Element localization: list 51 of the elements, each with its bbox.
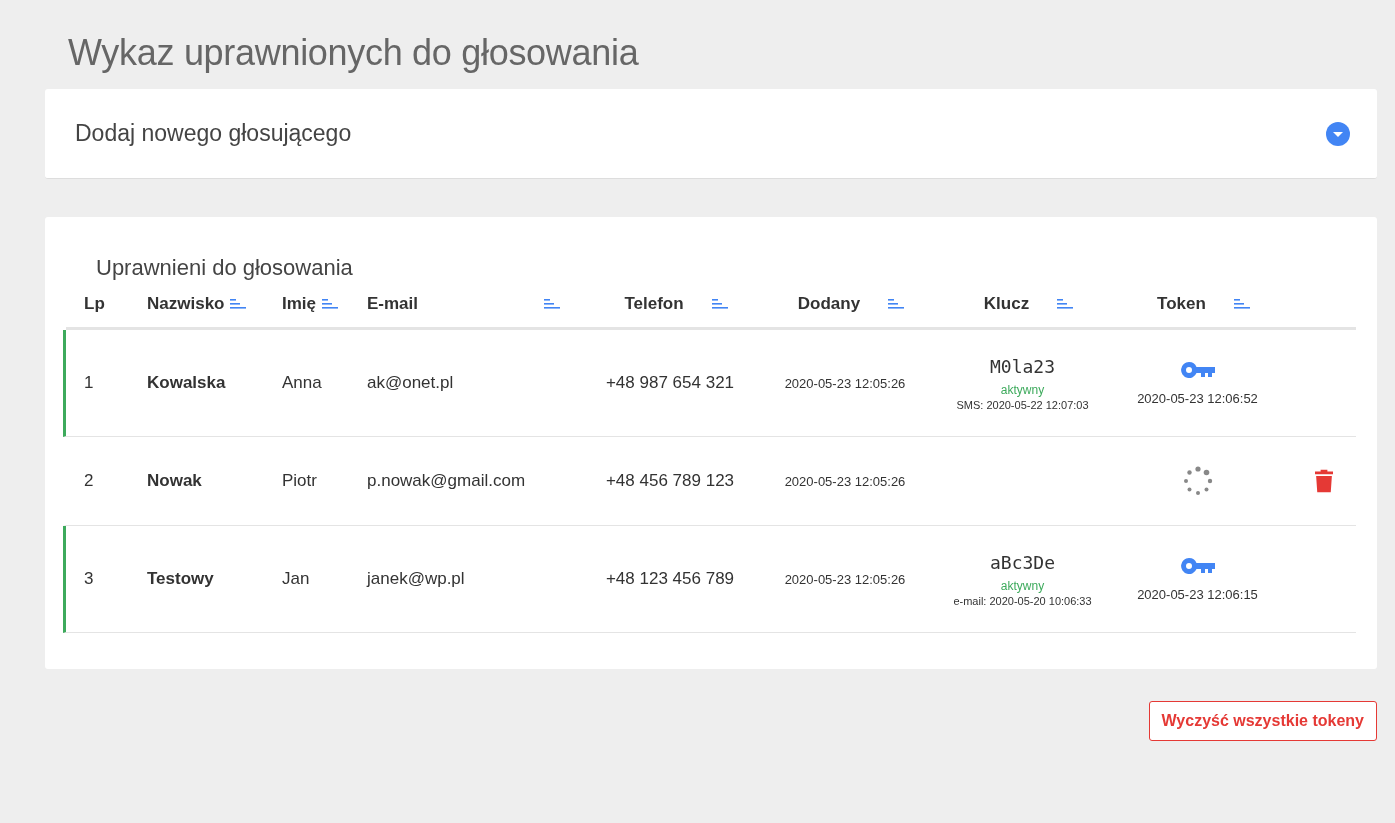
column-header[interactable]: Imię [282, 293, 339, 314]
page-title: Wykaz uprawnionych do głosowania [67, 31, 640, 75]
table-cell-text: Testowy [146, 569, 215, 589]
sort-icon [322, 298, 339, 309]
list-title: Uprawnieni do głosowania [95, 254, 354, 280]
column-header[interactable]: Nazwisko [147, 293, 247, 314]
expand-icon[interactable] [1326, 121, 1350, 146]
table-cell-text: 3 [83, 569, 95, 589]
column-header[interactable]: E-mail [367, 293, 580, 314]
token-time: 2020-05-23 12:06:15 [1137, 586, 1258, 602]
column-header[interactable]: Lp [84, 293, 105, 314]
token-time: 2020-05-23 12:06:52 [1137, 390, 1258, 406]
table-cell-text: Kowalska [146, 373, 227, 393]
sort-icon [1057, 298, 1074, 309]
table-cell-text: +48 123 456 789 [604, 569, 736, 589]
sort-icon [230, 298, 247, 309]
table-cell-text: 2020-05-23 12:05:26 [783, 375, 907, 391]
column-header[interactable]: Telefon [624, 293, 728, 314]
add-voter-panel[interactable]: Dodaj nowego głosującego [45, 89, 1377, 179]
sort-icon [888, 298, 905, 309]
key-sent-time: e-mail: 2020-05-20 10:06:33 [953, 594, 1092, 607]
delete-icon[interactable] [1315, 469, 1333, 493]
panel-title: Dodaj nowego głosującego [75, 120, 352, 147]
key-status: aktywny [1000, 382, 1045, 397]
key-icon[interactable] [1179, 360, 1216, 379]
sort-icon [1233, 298, 1250, 309]
column-header[interactable]: Klucz [983, 293, 1074, 314]
table-cell-text: 2 [83, 471, 95, 491]
table-cell-text: 1 [83, 373, 95, 393]
key-sent-time: SMS: 2020-05-22 12:07:03 [956, 398, 1089, 411]
table-cell-text: 2020-05-23 12:05:26 [783, 571, 907, 587]
sort-icon [711, 298, 728, 309]
table-cell-text: Anna [281, 373, 323, 393]
table-cell-text: Piotr [281, 471, 318, 491]
table-cell-text: +48 456 789 123 [604, 471, 736, 491]
key-code: M0la23 [990, 355, 1055, 377]
sort-icon [544, 298, 560, 309]
column-header[interactable]: Dodany [797, 293, 905, 314]
key-status: aktywny [1000, 578, 1045, 593]
key-icon[interactable] [1179, 556, 1216, 575]
table-cell-text: janek@wp.pl [365, 569, 466, 589]
table-cell-text: Nowak [146, 471, 203, 491]
table-cell-text: p.nowak@gmail.com [366, 471, 527, 491]
table-cell-text: +48 987 654 321 [604, 373, 736, 393]
table-cell-text: 2020-05-23 12:05:26 [783, 473, 907, 489]
key-code: aBc3De [990, 551, 1055, 573]
table-cell-text: ak@onet.pl [366, 373, 455, 393]
clear-tokens-button[interactable]: Wyczyść wszystkie tokeny [1148, 701, 1377, 741]
column-header[interactable]: Token [1157, 293, 1250, 314]
loading-spinner-icon [1182, 466, 1213, 496]
table-cell-text: Jan [281, 569, 311, 589]
